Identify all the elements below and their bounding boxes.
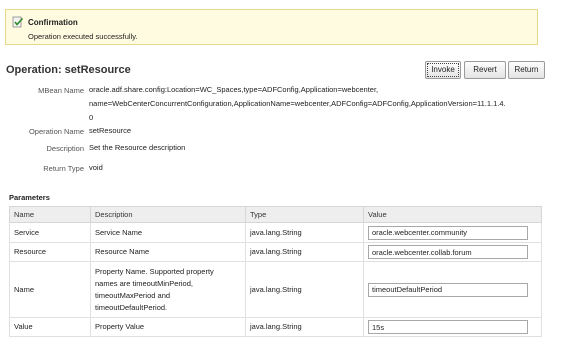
table-row: Service Service Name java.lang.String: [9, 222, 542, 243]
param-name: Service: [9, 222, 91, 243]
column-header-name: Name: [9, 206, 91, 223]
operation-title: Operation: setResource: [6, 64, 131, 76]
return-button[interactable]: Return: [508, 61, 545, 79]
param-value-cell: [363, 261, 542, 318]
column-header-description: Description: [90, 206, 246, 223]
column-header-value: Value: [363, 206, 542, 223]
column-header-type: Type: [245, 206, 364, 223]
param-description-line: Property Name. Supported property: [95, 266, 214, 276]
parameters-table: Name Description Type Value Service Serv…: [9, 206, 542, 337]
param-value-input[interactable]: [368, 245, 528, 259]
param-value-cell: [363, 222, 542, 243]
mbean-name-value: oracle.adf.share.config:Location=WC_Spac…: [89, 83, 549, 125]
table-row: Resource Resource Name java.lang.String: [9, 242, 542, 262]
param-description: Service Name: [90, 222, 246, 243]
param-value-cell: [363, 317, 542, 337]
revert-button[interactable]: Revert: [464, 61, 506, 79]
param-type: java.lang.String: [245, 261, 364, 318]
param-value-input[interactable]: [368, 320, 528, 334]
return-type-label: Return Type: [43, 164, 84, 173]
confirmation-box: Confirmation Operation executed successf…: [5, 9, 538, 45]
operation-name-value: setResource: [89, 126, 132, 135]
mbean-name-line: name=WebCenterConcurrentConfiguration,Ap…: [89, 99, 506, 108]
table-header-row: Name Description Type Value: [9, 206, 542, 223]
param-value-cell: [363, 242, 542, 262]
return-type-value: void: [89, 163, 103, 172]
param-description-line: timeoutDefaultPeriod.: [95, 302, 168, 312]
param-description: Property Value: [90, 317, 246, 337]
param-name: Value: [9, 317, 91, 337]
param-name: Resource: [9, 242, 91, 262]
table-row: Value Property Value java.lang.String: [9, 317, 542, 337]
mbean-name-label: MBean Name: [38, 86, 84, 95]
param-type: java.lang.String: [245, 222, 364, 243]
description-value: Set the Resource description: [89, 143, 186, 152]
check-document-icon: [12, 16, 24, 28]
param-description: Resource Name: [90, 242, 246, 262]
table-row: Name Property Name. Supported property n…: [9, 261, 542, 318]
param-description: Property Name. Supported property names …: [90, 261, 246, 318]
param-value-input[interactable]: [368, 282, 528, 297]
param-description-line: names are timeoutMinPeriod,: [95, 278, 193, 288]
invoke-button[interactable]: Invoke: [425, 61, 461, 79]
mbean-name-line: oracle.adf.share.config:Location=WC_Spac…: [89, 85, 379, 94]
param-description-line: timeoutMaxPeriod and: [95, 290, 171, 300]
confirmation-message: Operation executed successfully.: [28, 32, 138, 41]
description-label: Description: [46, 144, 84, 153]
operation-name-label: Operation Name: [28, 127, 84, 136]
param-type: java.lang.String: [245, 242, 364, 262]
confirmation-title: Confirmation: [28, 18, 78, 27]
mbean-name-line: 0: [89, 113, 94, 122]
param-type: java.lang.String: [245, 317, 364, 337]
param-name: Name: [9, 261, 91, 318]
parameters-title: Parameters: [9, 193, 50, 202]
param-value-input[interactable]: [368, 225, 528, 240]
